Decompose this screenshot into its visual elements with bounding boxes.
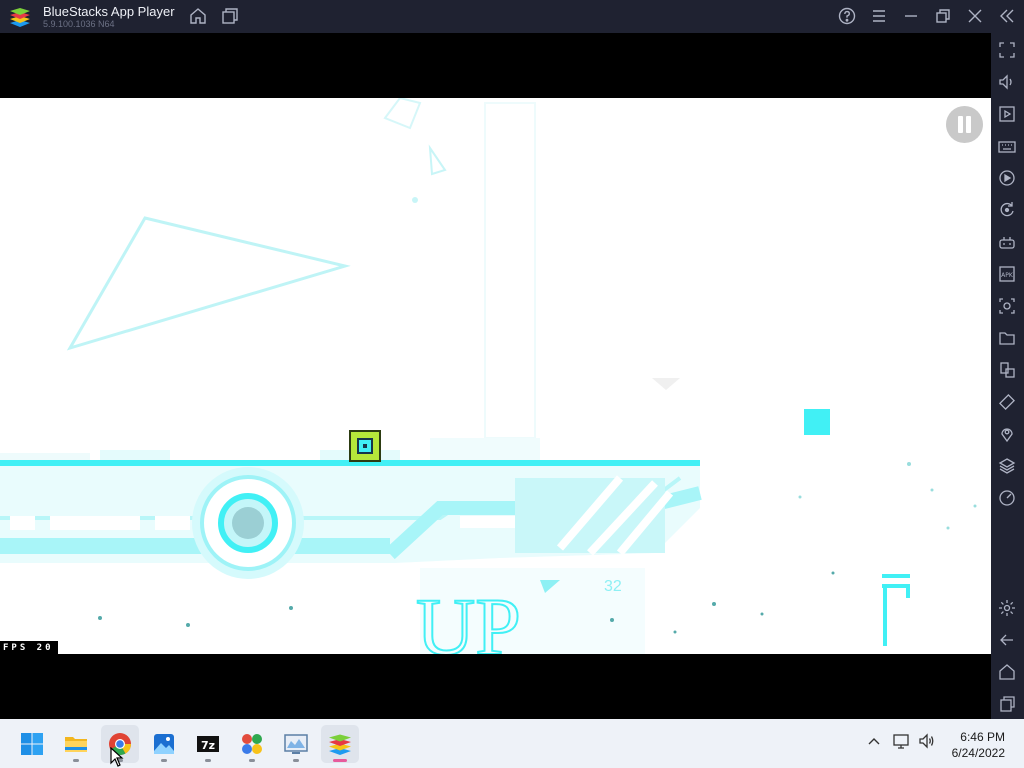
home-icon[interactable] (188, 6, 208, 26)
svg-text:7z: 7z (201, 739, 215, 752)
media-manager-icon[interactable] (997, 104, 1017, 124)
multi-instance-manager-icon[interactable] (997, 360, 1017, 380)
eco-mode-icon[interactable] (997, 488, 1017, 508)
bluestacks-logo-icon (9, 6, 31, 28)
pause-button[interactable] (946, 106, 983, 143)
show-hidden-icons-icon[interactable] (864, 731, 884, 751)
bluestacks-icon[interactable] (321, 725, 359, 763)
game-app-icon[interactable] (233, 725, 271, 763)
photos-icon[interactable] (145, 725, 183, 763)
app-version: 5.9.100.1036 N64 (43, 19, 115, 29)
minimize-icon[interactable] (901, 6, 921, 26)
app-title: BlueStacks App Player (43, 4, 175, 19)
install-apk-icon[interactable]: APK (997, 264, 1017, 284)
7zip-icon[interactable]: 7z (189, 725, 227, 763)
multi-instance-icon[interactable] (220, 6, 240, 26)
volume-icon[interactable] (997, 72, 1017, 92)
clock-date: 6/24/2022 (951, 746, 1005, 760)
volume-tray-icon[interactable] (917, 731, 937, 751)
start-icon[interactable] (13, 725, 51, 763)
file-explorer-icon[interactable] (57, 725, 95, 763)
game-controls-icon[interactable] (997, 232, 1017, 252)
screenshot-icon[interactable] (997, 296, 1017, 316)
menu-icon[interactable] (869, 6, 889, 26)
settings-icon[interactable] (997, 598, 1017, 618)
fullscreen-icon[interactable] (997, 40, 1017, 60)
windows-taskbar: 7z 6:46 PM 6/24/2022 (0, 719, 1024, 768)
close-icon[interactable] (965, 6, 985, 26)
system-clock[interactable]: 6:46 PM 6/24/2022 (952, 729, 1005, 761)
layers-icon[interactable] (997, 456, 1017, 476)
level-number-text: 32 (604, 578, 622, 595)
macro-record-icon[interactable] (997, 168, 1017, 188)
up-sign-text: UP (416, 581, 521, 654)
clock-time: 6:46 PM (960, 730, 1005, 744)
network-icon[interactable] (891, 731, 911, 751)
sync-icon[interactable] (997, 200, 1017, 220)
svg-text:APK: APK (1001, 272, 1014, 279)
right-sidebar: APK (991, 33, 1024, 719)
location-icon[interactable] (997, 424, 1017, 444)
collapse-sidebar-icon[interactable] (997, 6, 1017, 26)
game-scene: 32 UP (0, 98, 977, 654)
fps-counter: FPS 20 (0, 641, 58, 654)
restore-icon[interactable] (933, 6, 953, 26)
recent-apps-icon[interactable] (997, 694, 1017, 714)
folder-icon[interactable] (997, 328, 1017, 348)
title-bar: BlueStacks App Player 5.9.100.1036 N64 (0, 0, 1024, 33)
game-viewport[interactable]: 32 UP FPS 20 (0, 98, 991, 654)
android-home-icon[interactable] (997, 662, 1017, 682)
help-icon[interactable] (837, 6, 857, 26)
emulator-screen[interactable]: 32 UP FPS 20 (0, 33, 991, 719)
monitor-app-icon[interactable] (277, 725, 315, 763)
keyboard-controls-icon[interactable] (997, 136, 1017, 156)
rotate-icon[interactable] (997, 392, 1017, 412)
back-icon[interactable] (997, 630, 1017, 650)
mouse-cursor-icon (110, 747, 124, 767)
